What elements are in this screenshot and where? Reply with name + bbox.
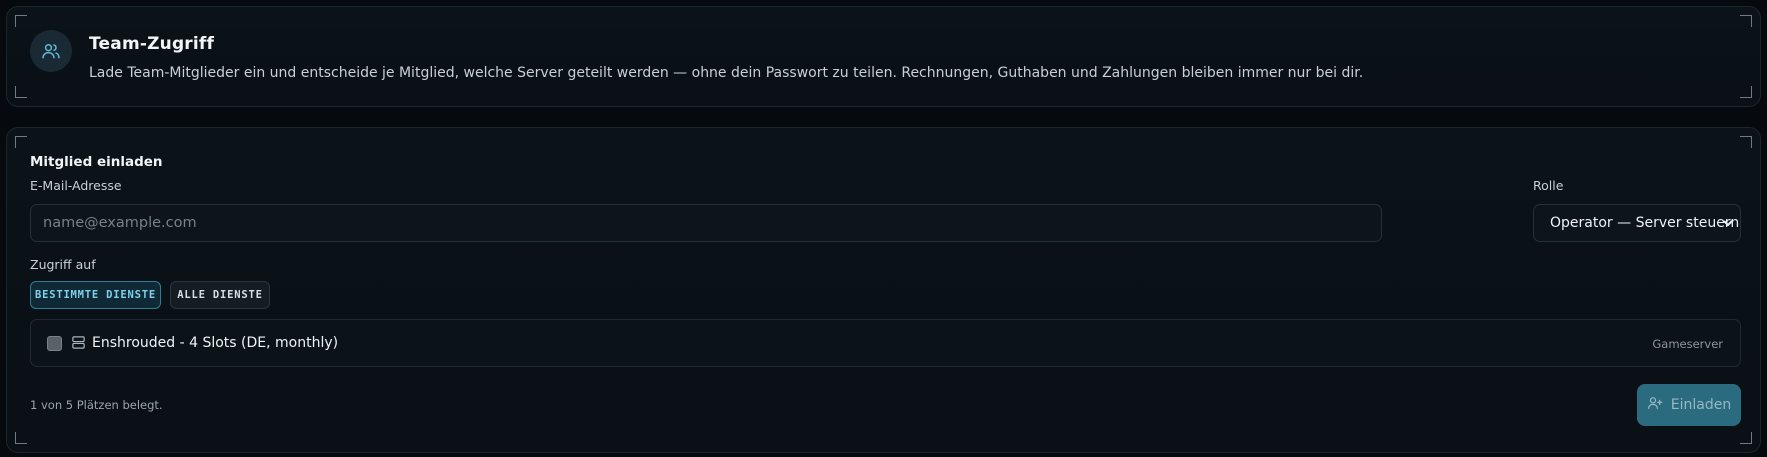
corner-marker — [15, 136, 27, 148]
corner-marker — [1740, 86, 1752, 98]
corner-marker — [15, 86, 27, 98]
team-access-header-panel: Team-Zugriff Lade Team-Mitglieder ein un… — [6, 6, 1761, 107]
corner-marker — [1740, 136, 1752, 148]
service-list-item[interactable]: Enshrouded - 4 Slots (DE, monthly) Games… — [30, 319, 1741, 367]
invite-button[interactable]: Einladen — [1637, 384, 1741, 426]
corner-marker — [1740, 432, 1752, 444]
invite-section-title: Mitglied einladen — [30, 154, 163, 170]
corner-marker — [15, 432, 27, 444]
tab-specific-services[interactable]: BESTIMMTE DIENSTE — [30, 281, 161, 309]
role-select-value: Operator — Server steuern — [1550, 215, 1740, 231]
page-title: Team-Zugriff — [89, 34, 215, 54]
server-icon — [71, 335, 86, 354]
service-name: Enshrouded - 4 Slots (DE, monthly) — [92, 335, 339, 351]
role-label: Rolle — [1533, 178, 1564, 193]
service-checkbox[interactable] — [47, 336, 62, 351]
email-label: E-Mail-Adresse — [30, 178, 122, 193]
invite-button-label: Einladen — [1670, 397, 1732, 413]
access-label: Zugriff auf — [30, 257, 96, 272]
role-select[interactable]: Operator — Server steuern — [1533, 204, 1741, 242]
email-field[interactable] — [30, 204, 1382, 242]
user-plus-icon — [1647, 395, 1663, 415]
invite-member-panel: Mitglied einladen E-Mail-Adresse Rolle O… — [6, 127, 1761, 453]
page-description: Lade Team-Mitglieder ein und entscheide … — [89, 65, 1364, 81]
seats-status: 1 von 5 Plätzen belegt. — [30, 398, 163, 412]
corner-marker — [1740, 15, 1752, 27]
users-icon — [30, 30, 72, 72]
chevron-down-icon — [1722, 217, 1734, 233]
corner-marker — [15, 15, 27, 27]
service-type: Gameserver — [1652, 337, 1723, 351]
tab-all-services[interactable]: ALLE DIENSTE — [170, 281, 270, 309]
